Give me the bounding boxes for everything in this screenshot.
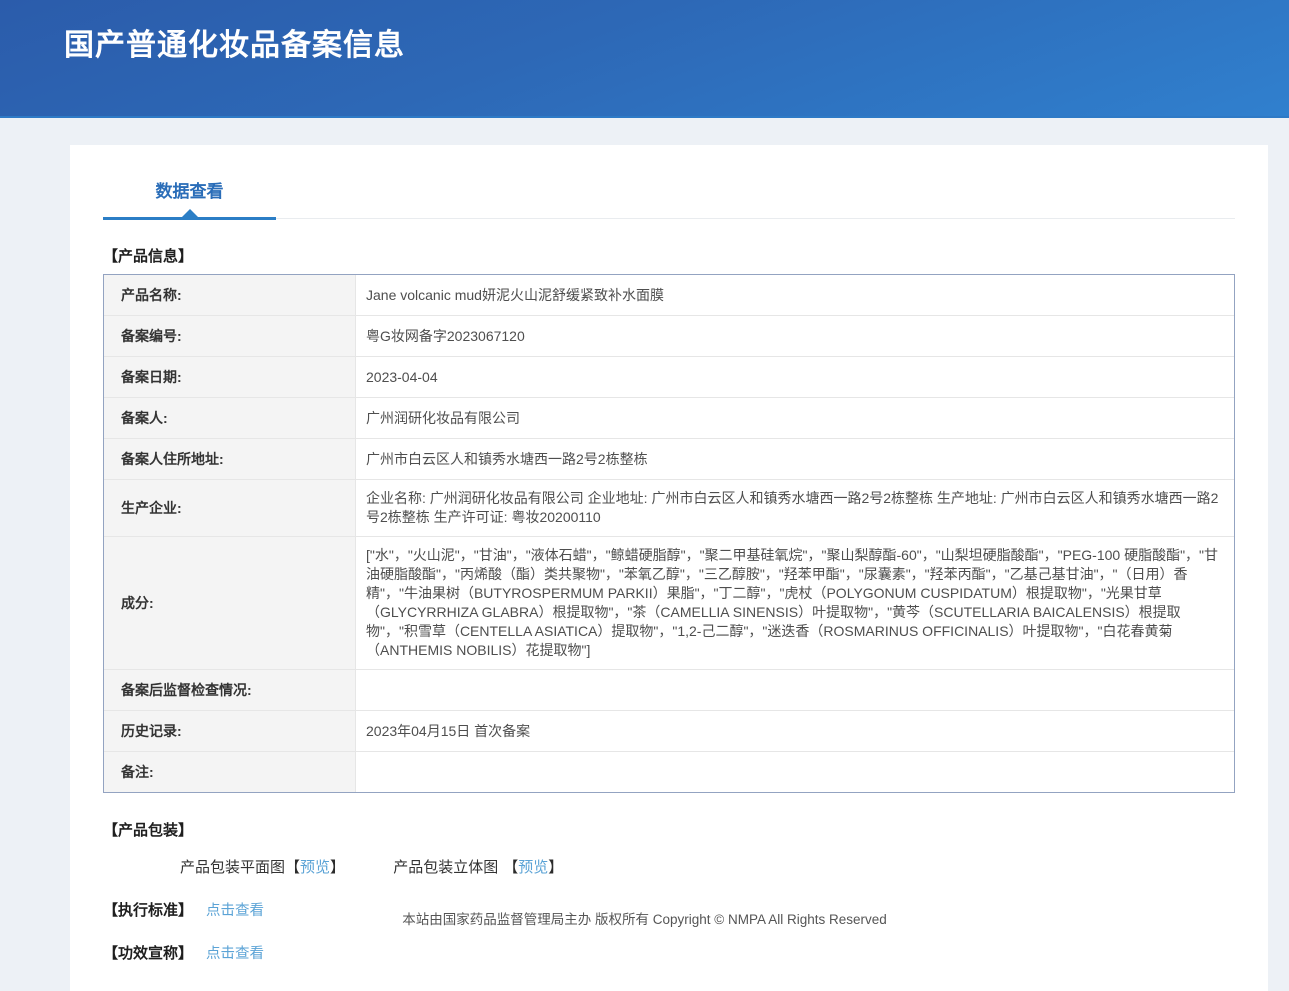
packaging-flat-item: 产品包装平面图【预览】 [180, 856, 345, 877]
efficacy-claim-label: 【功效宣称】 [103, 945, 193, 962]
packaging-stereo-label: 产品包装立体图 [393, 859, 498, 876]
packaging-stereo-item: 产品包装立体图【预览】 [393, 856, 563, 877]
table-row: 生产企业: 企业名称: 广州润研化妆品有限公司 企业地址: 广州市白云区人和镇秀… [104, 480, 1234, 537]
row-label: 备案日期: [104, 357, 356, 397]
row-label: 成分: [104, 537, 356, 669]
row-value: 广州润研化妆品有限公司 [356, 398, 1234, 438]
packaging-flat-label: 产品包装平面图 [180, 859, 285, 876]
row-label: 备案人住所地址: [104, 439, 356, 479]
table-row: 备案人住所地址: 广州市白云区人和镇秀水塘西一路2号2栋整栋 [104, 439, 1234, 480]
tabs-bar: 数据查看 [103, 177, 1235, 219]
efficacy-claim-row: 【功效宣称】点击查看 [103, 942, 1235, 963]
row-label: 生产企业: [104, 480, 356, 536]
row-value: 企业名称: 广州润研化妆品有限公司 企业地址: 广州市白云区人和镇秀水塘西一路2… [356, 480, 1234, 536]
row-label: 历史记录: [104, 711, 356, 751]
packaging-links-row: 产品包装平面图【预览】 产品包装立体图【预览】 [180, 856, 1235, 877]
row-value: 广州市白云区人和镇秀水塘西一路2号2栋整栋 [356, 439, 1234, 479]
row-value: 粤G妆网备字2023067120 [356, 316, 1234, 356]
row-value: ["水"，"火山泥"，"甘油"，"液体石蜡"，"鲸蜡硬脂醇"，"聚二甲基硅氧烷"… [356, 537, 1234, 669]
row-value [356, 670, 1234, 710]
bracket-close: 】 [548, 859, 563, 876]
table-row: 历史记录: 2023年04月15日 首次备案 [104, 711, 1234, 752]
bracket-close: 】 [330, 859, 345, 876]
page-title: 国产普通化妆品备案信息 [0, 0, 1289, 64]
table-row: 备案日期: 2023-04-04 [104, 357, 1234, 398]
table-row: 成分: ["水"，"火山泥"，"甘油"，"液体石蜡"，"鲸蜡硬脂醇"，"聚二甲基… [104, 537, 1234, 670]
packaging-stereo-preview-link[interactable]: 预览 [518, 859, 548, 876]
row-value: 2023年04月15日 首次备案 [356, 711, 1234, 751]
row-label: 备注: [104, 752, 356, 792]
tab-data-view[interactable]: 数据查看 [103, 177, 276, 220]
footer-copyright: 本站由国家药品监督管理局主办 版权所有 Copyright © NMPA All… [0, 908, 1289, 928]
page-header-banner: 国产普通化妆品备案信息 [0, 0, 1289, 118]
section-title-product-info: 【产品信息】 [103, 245, 1235, 266]
table-row: 产品名称: Jane volcanic mud妍泥火山泥舒缓紧致补水面膜 [104, 275, 1234, 316]
bracket-open: 【 [285, 859, 300, 876]
table-row: 备案人: 广州润研化妆品有限公司 [104, 398, 1234, 439]
row-value: 2023-04-04 [356, 357, 1234, 397]
bracket-open: 【 [503, 859, 518, 876]
row-label: 备案后监督检查情况: [104, 670, 356, 710]
table-row: 备案编号: 粤G妆网备字2023067120 [104, 316, 1234, 357]
row-value: Jane volcanic mud妍泥火山泥舒缓紧致补水面膜 [356, 275, 1234, 315]
row-label: 备案人: [104, 398, 356, 438]
section-title-packaging: 【产品包装】 [103, 819, 1235, 840]
row-label: 产品名称: [104, 275, 356, 315]
efficacy-claim-view-link[interactable]: 点击查看 [206, 946, 264, 962]
packaging-flat-preview-link[interactable]: 预览 [300, 859, 330, 876]
content-card: 数据查看 【产品信息】 产品名称: Jane volcanic mud妍泥火山泥… [70, 145, 1268, 991]
table-row: 备案后监督检查情况: [104, 670, 1234, 711]
table-row: 备注: [104, 752, 1234, 792]
product-info-table: 产品名称: Jane volcanic mud妍泥火山泥舒缓紧致补水面膜 备案编… [103, 274, 1235, 793]
row-value [356, 752, 1234, 792]
row-label: 备案编号: [104, 316, 356, 356]
